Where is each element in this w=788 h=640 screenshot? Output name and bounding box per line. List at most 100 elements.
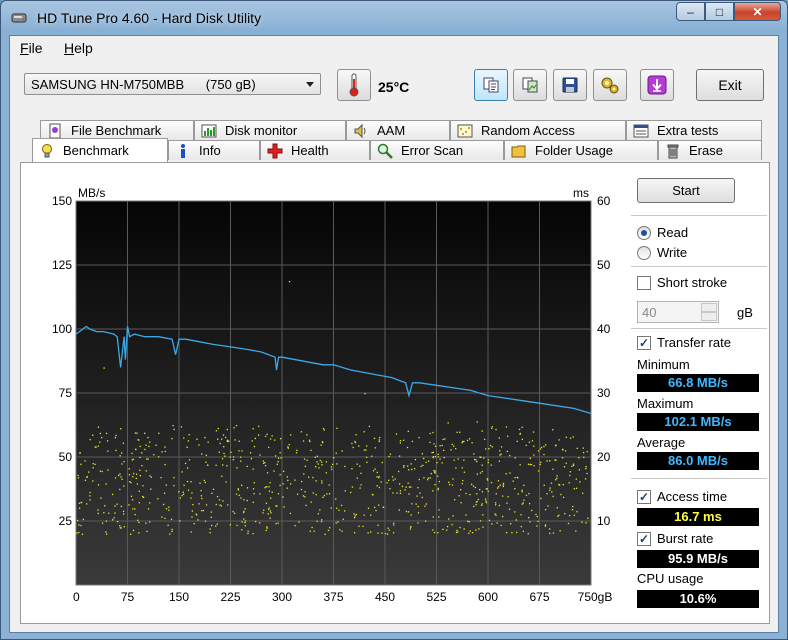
access-time-point bbox=[519, 432, 522, 435]
access-time-point bbox=[182, 493, 185, 495]
spin-down-button[interactable] bbox=[701, 312, 717, 321]
access-time-point bbox=[552, 429, 554, 431]
toolbar: SAMSUNG HN-M750MBB (750 gB) 25°C Exit bbox=[10, 60, 778, 116]
access-time-point bbox=[313, 530, 315, 532]
access-time-point bbox=[171, 528, 173, 531]
access-time-point bbox=[488, 448, 490, 450]
tab-disk-monitor[interactable]: Disk monitor bbox=[194, 120, 346, 140]
copy-text-button[interactable] bbox=[474, 69, 508, 101]
spin-up-button[interactable] bbox=[701, 303, 717, 312]
tab-erase[interactable]: Erase bbox=[658, 140, 762, 160]
access-time-point bbox=[528, 441, 531, 443]
close-button[interactable]: ✕ bbox=[734, 2, 781, 21]
tab-aam[interactable]: AAM bbox=[346, 120, 450, 140]
maximize-button[interactable]: □ bbox=[705, 2, 734, 21]
access-time-point bbox=[171, 530, 173, 533]
access-time-point bbox=[163, 492, 166, 494]
access-time-point bbox=[483, 457, 485, 459]
access-time-point bbox=[318, 467, 320, 469]
access-time-point bbox=[160, 477, 162, 479]
write-radio[interactable] bbox=[637, 246, 651, 260]
access-time-point bbox=[150, 488, 152, 490]
access-time-point bbox=[398, 509, 401, 511]
burst-rate-checkbox[interactable]: ✓ bbox=[637, 532, 651, 546]
access-time-point bbox=[191, 516, 193, 518]
download-button[interactable] bbox=[640, 69, 674, 101]
access-time-point bbox=[167, 524, 169, 526]
y-axis-label: MB/s bbox=[78, 186, 105, 200]
access-time-point bbox=[97, 426, 100, 428]
access-time-point bbox=[539, 448, 542, 450]
tab-folder-usage[interactable]: Folder Usage bbox=[504, 140, 658, 160]
access-time-point bbox=[198, 444, 200, 446]
tab-extra-tests[interactable]: Extra tests bbox=[626, 120, 762, 140]
access-time-point bbox=[274, 439, 276, 441]
access-time-point bbox=[138, 532, 140, 534]
minimize-button[interactable]: ‒ bbox=[676, 2, 705, 21]
benchmark-chart-svg: 1501251007550256050403020100 75 150 225 300 3… bbox=[52, 186, 612, 604]
tab-info[interactable]: Info bbox=[168, 140, 260, 160]
access-time-point bbox=[268, 486, 270, 488]
access-time-point bbox=[521, 491, 523, 493]
access-time-point bbox=[508, 508, 511, 510]
access-time-checkbox[interactable]: ✓ bbox=[637, 490, 651, 504]
access-time-point bbox=[432, 490, 434, 492]
tab-benchmark[interactable]: Benchmark bbox=[32, 138, 168, 162]
transfer-rate-checkbox[interactable]: ✓ bbox=[637, 336, 651, 350]
access-time-point bbox=[422, 464, 424, 467]
tab-error-scan[interactable]: Error Scan bbox=[370, 140, 504, 160]
access-time-point bbox=[243, 511, 245, 514]
access-time-point bbox=[438, 509, 440, 511]
access-time-point bbox=[537, 470, 540, 472]
short-stroke-checkbox[interactable] bbox=[637, 276, 651, 290]
access-time-point bbox=[277, 493, 280, 495]
y-tick-label: 100 bbox=[52, 322, 72, 336]
access-time-point bbox=[550, 482, 553, 484]
drive-select[interactable]: SAMSUNG HN-M750MBB (750 gB) bbox=[24, 73, 321, 95]
access-time-point bbox=[489, 444, 492, 447]
access-time-point bbox=[89, 438, 91, 441]
access-time-point bbox=[316, 455, 318, 458]
title-bar[interactable]: HD Tune Pro 4.60 - Hard Disk Utility ‒ □… bbox=[1, 1, 787, 35]
access-time-point bbox=[387, 527, 389, 529]
access-time-point bbox=[119, 527, 121, 529]
access-time-point bbox=[335, 452, 337, 454]
access-time-point bbox=[262, 462, 265, 465]
access-time-point bbox=[545, 444, 547, 446]
access-time-point bbox=[420, 465, 422, 468]
access-time-point bbox=[425, 461, 427, 464]
access-time-point bbox=[131, 452, 133, 455]
tab-health[interactable]: Health bbox=[260, 140, 370, 160]
menu-file[interactable]: File bbox=[20, 40, 43, 56]
options-button[interactable] bbox=[593, 69, 627, 101]
menu-help[interactable]: Help bbox=[64, 40, 93, 56]
access-time-point bbox=[135, 477, 137, 480]
tab-random-access[interactable]: Random Access bbox=[450, 120, 626, 140]
short-stroke-input[interactable]: 40 bbox=[637, 301, 719, 323]
copy-image-button[interactable] bbox=[513, 69, 547, 101]
access-time-point bbox=[158, 432, 160, 434]
access-time-point bbox=[201, 453, 203, 455]
access-time-point bbox=[468, 438, 471, 440]
exit-button[interactable]: Exit bbox=[696, 69, 764, 101]
access-time-point bbox=[323, 429, 325, 431]
access-time-point bbox=[259, 522, 261, 524]
access-time-point bbox=[496, 487, 499, 489]
save-icon bbox=[562, 77, 578, 93]
access-time-point bbox=[461, 440, 464, 443]
read-radio[interactable] bbox=[637, 226, 651, 240]
temperature-button[interactable] bbox=[337, 69, 371, 101]
start-button[interactable]: Start bbox=[637, 178, 735, 203]
access-time-point bbox=[249, 452, 252, 454]
access-time-point bbox=[314, 456, 316, 459]
access-time-point bbox=[264, 461, 266, 464]
transfer-rate-label: Transfer rate bbox=[657, 335, 731, 350]
access-time-point bbox=[439, 445, 441, 447]
access-time-point bbox=[399, 490, 402, 492]
save-button[interactable] bbox=[553, 69, 587, 101]
access-time-point bbox=[199, 482, 201, 484]
access-time-point bbox=[130, 533, 132, 535]
access-time-point bbox=[575, 478, 577, 480]
access-time-point bbox=[319, 459, 321, 462]
tab-file-benchmark[interactable]: File Benchmark bbox=[40, 120, 194, 140]
